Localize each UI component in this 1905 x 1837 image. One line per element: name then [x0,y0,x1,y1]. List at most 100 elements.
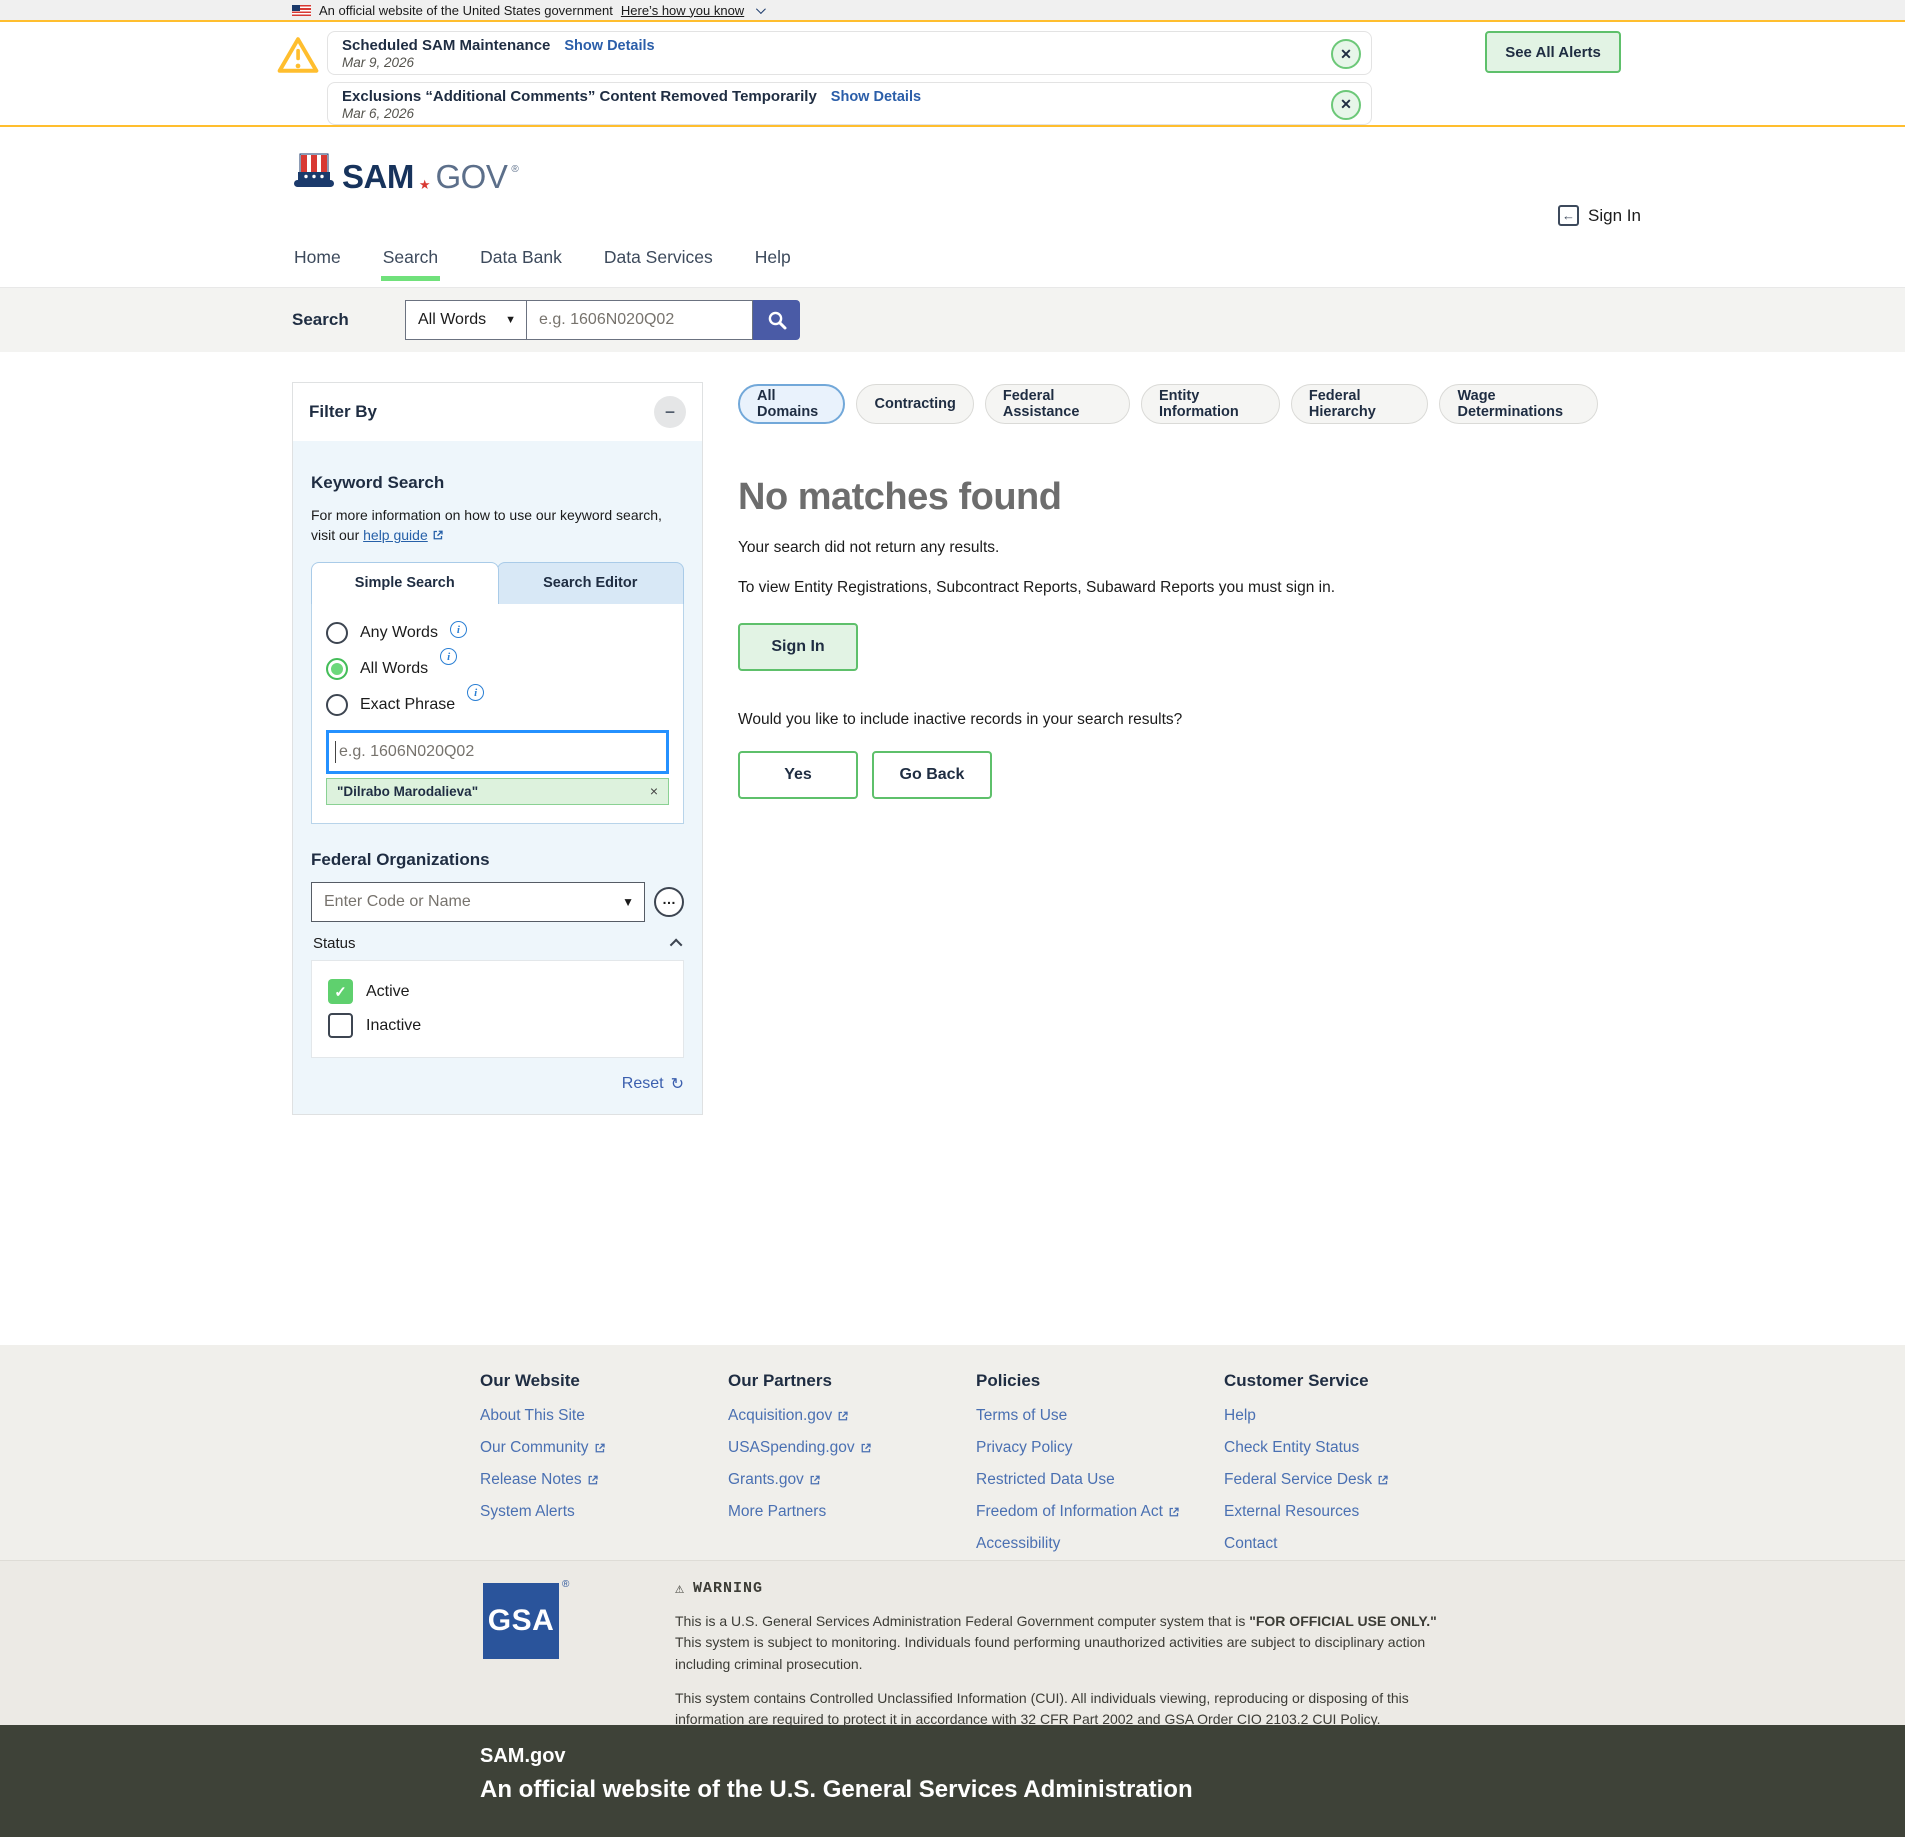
active-label: Active [366,983,410,1001]
nav-item-search[interactable]: Search [381,245,440,281]
help-guide-link[interactable]: help guide [363,527,428,543]
yes-button[interactable]: Yes [738,751,858,799]
alert-card-exclusions: Exclusions “Additional Comments” Content… [327,82,1372,126]
footer-link-help[interactable]: Help [1224,1407,1472,1425]
footer-col-heading: Our Partners [728,1371,976,1391]
us-flag-icon [292,5,311,16]
footer-link-our-community[interactable]: Our Community [480,1439,728,1457]
active-checkbox[interactable]: ✓ [328,979,353,1004]
footer-link-terms-of-use[interactable]: Terms of Use [976,1407,1224,1425]
footer-link-about-this-site[interactable]: About This Site [480,1407,728,1425]
results-area: All Domains Contracting Federal Assistan… [738,384,1598,799]
federal-orgs-heading: Federal Organizations [311,850,684,870]
gsa-warning-section: GSA ® ⚠ WARNING This is a U.S. General S… [0,1560,1905,1725]
federal-orgs-input[interactable] [311,882,645,922]
warning-p1-end: This system is subject to monitoring. In… [675,1634,1425,1671]
footer-link-privacy-policy[interactable]: Privacy Policy [976,1439,1224,1457]
footer-link-label: Federal Service Desk [1224,1471,1372,1489]
main-nav: Home Search Data Bank Data Services Help [0,245,1905,288]
warning-block: ⚠ WARNING This is a U.S. General Service… [675,1579,1460,1730]
logo-star-icon: ★ [419,178,431,191]
footer-link-label: Terms of Use [976,1407,1067,1425]
tab-simple-search[interactable]: Simple Search [311,562,499,604]
search-mode-select[interactable]: All Words ▼ [405,300,527,340]
footer-link-more-partners[interactable]: More Partners [728,1503,976,1521]
footer-link-label: Release Notes [480,1471,582,1489]
remove-tag-icon[interactable]: × [650,783,658,799]
sign-in-link[interactable]: ← Sign In [1558,205,1641,226]
tab-search-editor[interactable]: Search Editor [497,562,685,604]
pill-wage-determinations[interactable]: Wage Determinations [1439,384,1598,424]
footer-link-acquisition-gov[interactable]: Acquisition.gov [728,1407,976,1425]
nav-item-help[interactable]: Help [753,245,793,276]
alerts-section: Scheduled SAM Maintenance Show Details M… [0,22,1905,127]
keyword-info-text: For more information on how to use our k… [311,505,683,546]
all-words-radio[interactable] [326,658,348,680]
chevron-up-icon[interactable] [670,938,683,951]
see-all-alerts-button[interactable]: See All Alerts [1485,31,1621,73]
external-link-icon [837,1410,849,1422]
search-submit-button[interactable] [753,300,800,340]
footer-link-restricted-data-use[interactable]: Restricted Data Use [976,1471,1224,1489]
exact-phrase-label: Exact Phrase [360,696,455,714]
show-details-link[interactable]: Show Details [831,89,921,105]
close-icon[interactable]: ✕ [1331,90,1361,120]
footer-link-label: Freedom of Information Act [976,1503,1163,1521]
pill-entity-information[interactable]: Entity Information [1141,384,1280,424]
keyword-tag: "Dilrabo Marodalieva" × [326,778,669,805]
more-options-button[interactable]: … [654,887,684,917]
nav-item-data-bank[interactable]: Data Bank [478,245,564,276]
go-back-button[interactable]: Go Back [872,751,992,799]
search-input[interactable] [527,300,753,340]
keyword-input[interactable] [326,730,669,774]
footer-link-label: About This Site [480,1407,585,1425]
footer-link-contact[interactable]: Contact [1224,1535,1472,1553]
filter-panel-title: Filter By [309,402,377,422]
footer-link-check-entity-status[interactable]: Check Entity Status [1224,1439,1472,1457]
show-details-link[interactable]: Show Details [564,38,654,54]
pill-federal-hierarchy[interactable]: Federal Hierarchy [1291,384,1429,424]
warning-paragraph-1: This is a U.S. General Services Administ… [675,1611,1460,1675]
domain-filter-pills: All Domains Contracting Federal Assistan… [738,384,1598,424]
info-icon[interactable]: i [440,648,457,665]
pill-all-domains[interactable]: All Domains [738,384,845,424]
footer-link-federal-service-desk[interactable]: Federal Service Desk [1224,1471,1472,1489]
collapse-filters-button[interactable]: − [654,396,686,428]
warning-p1-start: This is a U.S. General Services Administ… [675,1613,1249,1629]
no-matches-heading: No matches found [738,476,1598,519]
reset-icon: ↻ [671,1074,684,1094]
inactive-checkbox[interactable] [328,1013,353,1038]
warning-title: WARNING [693,1580,763,1597]
site-header: SAM ★ GOV ® ← Sign In [0,127,1905,245]
reset-filters-link[interactable]: Reset ↻ [311,1074,684,1094]
how-you-know-link[interactable]: Here’s how you know [621,3,744,18]
footer-link-accessibility[interactable]: Accessibility [976,1535,1224,1553]
footer-link-foia[interactable]: Freedom of Information Act [976,1503,1224,1521]
radio-row-exact-phrase: Exact Phrase i [326,692,669,718]
footer-link-label: Help [1224,1407,1256,1425]
footer-link-system-alerts[interactable]: System Alerts [480,1503,728,1521]
info-icon[interactable]: i [467,684,484,701]
status-row-active: ✓ Active [328,975,667,1009]
nav-item-home[interactable]: Home [292,245,343,276]
footer-links: Our Website About This Site Our Communit… [0,1345,1905,1560]
footer-link-grants-gov[interactable]: Grants.gov [728,1471,976,1489]
keyword-tag-label: "Dilrabo Marodalieva" [337,784,478,799]
any-words-radio[interactable] [326,622,348,644]
close-icon[interactable]: ✕ [1331,39,1361,69]
footer-col-heading: Policies [976,1371,1224,1391]
pill-federal-assistance[interactable]: Federal Assistance [985,384,1130,424]
footer-link-release-notes[interactable]: Release Notes [480,1471,728,1489]
sam-gov-logo[interactable]: SAM ★ GOV ® [290,153,519,193]
results-sign-in-button[interactable]: Sign In [738,623,858,671]
footer-link-external-resources[interactable]: External Resources [1224,1503,1472,1521]
alert-date: Mar 9, 2026 [342,55,1315,70]
nav-item-data-services[interactable]: Data Services [602,245,715,276]
exact-phrase-radio[interactable] [326,694,348,716]
radio-row-any-words: Any Words i [326,620,669,646]
pill-contracting[interactable]: Contracting [856,384,973,424]
footer-link-usaspending-gov[interactable]: USASpending.gov [728,1439,976,1457]
info-icon[interactable]: i [450,621,467,638]
warning-p1-bold: "FOR OFFICIAL USE ONLY." [1249,1613,1437,1629]
chevron-down-icon[interactable] [756,4,766,14]
